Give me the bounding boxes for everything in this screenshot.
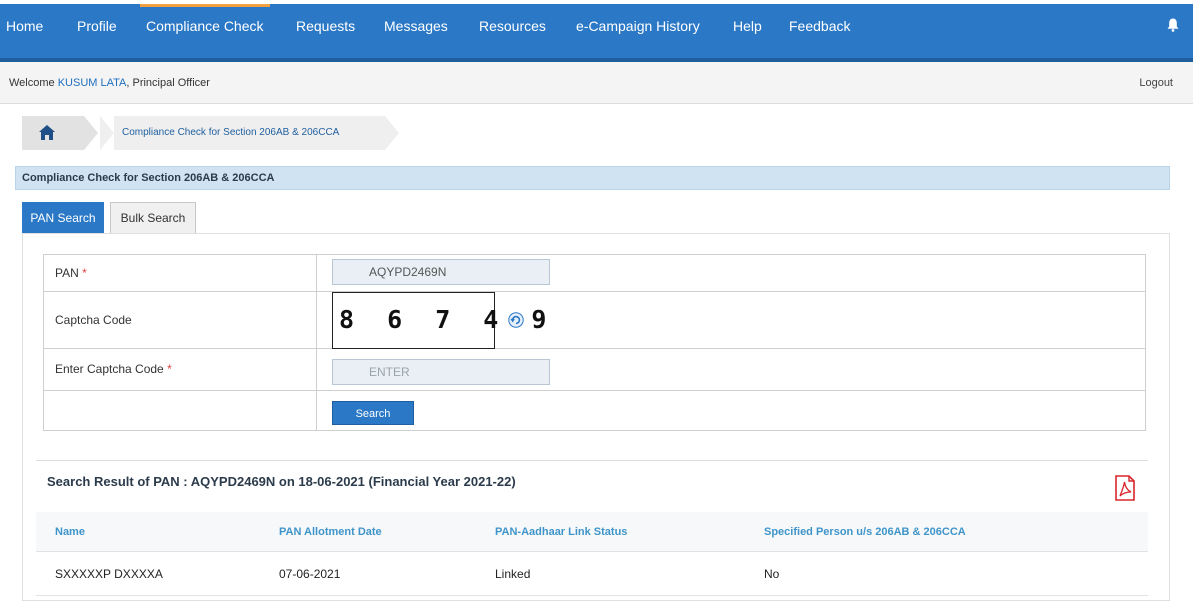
- nav-feedback[interactable]: Feedback: [789, 18, 850, 34]
- tab-pan-search[interactable]: PAN Search: [22, 202, 104, 234]
- home-icon: [39, 125, 55, 140]
- nav-e-campaign-history[interactable]: e-Campaign History: [576, 18, 700, 34]
- pan-label-text: PAN: [55, 266, 79, 280]
- bell-icon[interactable]: [1167, 18, 1179, 32]
- captcha-image: 8 6 7 4 9: [332, 292, 556, 349]
- nav-home[interactable]: Home: [6, 18, 43, 34]
- search-button[interactable]: Search: [332, 401, 414, 425]
- nav-messages[interactable]: Messages: [384, 18, 448, 34]
- nav-compliance-check[interactable]: Compliance Check: [140, 4, 269, 34]
- required-marker: *: [167, 362, 172, 376]
- captcha-input[interactable]: ENTER: [332, 359, 550, 385]
- enter-captcha-row: Enter Captcha Code *: [43, 349, 1146, 391]
- welcome-suffix: , Principal Officer: [126, 77, 210, 89]
- cell-pan-allotment-date: 07-06-2021: [279, 567, 341, 581]
- column-header-name: Name: [55, 526, 85, 538]
- tab-bulk-search[interactable]: Bulk Search: [110, 202, 196, 234]
- breadcrumb-notch: [100, 116, 114, 150]
- search-button-row: [43, 391, 1146, 431]
- welcome-bar: Welcome KUSUM LATA, Principal Officer Lo…: [0, 62, 1193, 104]
- captcha-image-text: 8 6 7 4 9: [339, 305, 556, 334]
- breadcrumb-current: Compliance Check for Section 206AB & 206…: [100, 116, 385, 150]
- breadcrumb-home[interactable]: [22, 116, 84, 150]
- welcome-prefix: Welcome: [9, 77, 58, 89]
- top-navigation-bar: Home Profile Compliance Check Requests M…: [0, 4, 1193, 62]
- welcome-message: Welcome KUSUM LATA, Principal Officer: [9, 77, 210, 89]
- result-divider: [36, 460, 1148, 461]
- welcome-user-name: KUSUM LATA: [57, 77, 127, 89]
- pdf-icon[interactable]: [1114, 475, 1136, 501]
- nav-requests[interactable]: Requests: [296, 18, 355, 34]
- search-row-spacer: [44, 391, 317, 430]
- table-row: SXXXXXP DXXXXA 07-06-2021 Linked No: [36, 552, 1148, 596]
- cell-name: SXXXXXP DXXXXA: [55, 567, 163, 581]
- nav-help[interactable]: Help: [733, 18, 762, 34]
- enter-captcha-label: Enter Captcha Code *: [44, 349, 317, 390]
- refresh-captcha-icon[interactable]: [508, 312, 524, 328]
- column-header-specified-person: Specified Person u/s 206AB & 206CCA: [764, 526, 966, 538]
- captcha-row: Captcha Code: [43, 292, 1146, 349]
- nav-resources[interactable]: Resources: [479, 18, 546, 34]
- pan-label: PAN *: [44, 255, 317, 291]
- pan-row: PAN *: [43, 254, 1146, 292]
- captcha-label: Captcha Code: [44, 292, 317, 348]
- column-header-pan-allotment-date: PAN Allotment Date: [279, 526, 382, 538]
- search-result-title: Search Result of PAN : AQYPD2469N on 18-…: [47, 474, 516, 489]
- pan-input[interactable]: AQYPD2469N: [332, 259, 550, 285]
- column-header-pan-aadhaar-link-status: PAN-Aadhaar Link Status: [495, 526, 628, 538]
- logout-link[interactable]: Logout: [1139, 77, 1173, 89]
- enter-captcha-label-text: Enter Captcha Code: [55, 362, 164, 376]
- required-marker: *: [82, 266, 87, 280]
- section-title: Compliance Check for Section 206AB & 206…: [15, 166, 1170, 190]
- breadcrumb-end-arrow: [385, 116, 399, 150]
- nav-profile[interactable]: Profile: [77, 18, 117, 34]
- breadcrumb-separator: [84, 116, 98, 150]
- result-table-header: Name PAN Allotment Date PAN-Aadhaar Link…: [36, 512, 1148, 552]
- cell-specified-person: No: [764, 567, 780, 581]
- cell-link-status: Linked: [495, 567, 531, 581]
